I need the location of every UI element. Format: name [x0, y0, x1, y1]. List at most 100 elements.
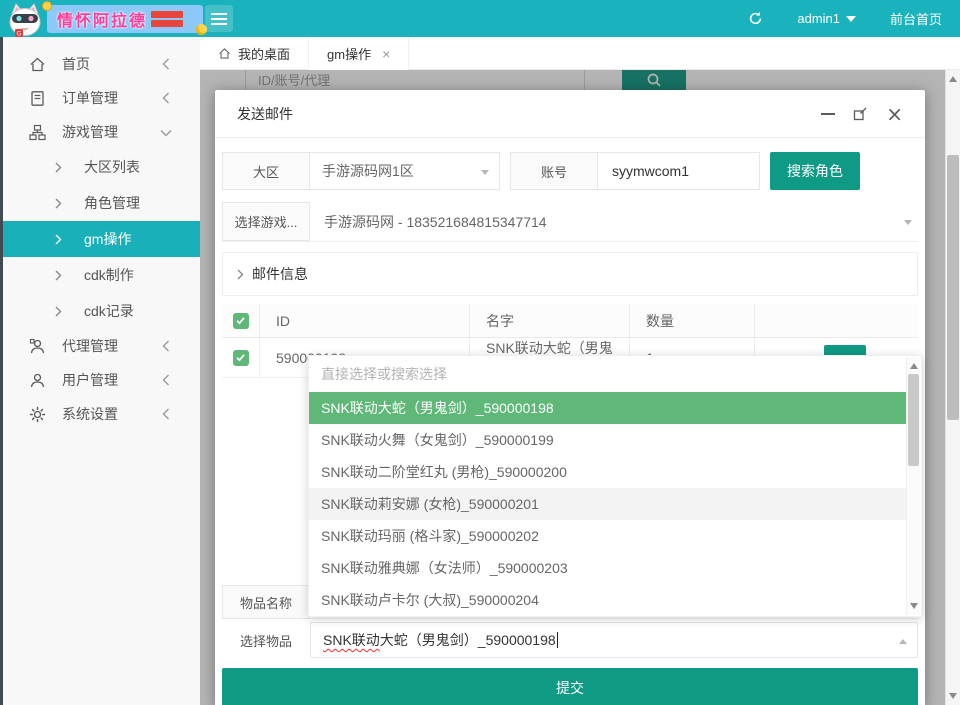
- scrollbar-thumb[interactable]: [908, 374, 919, 466]
- chevron-left-icon: [162, 408, 170, 420]
- select-item-input[interactable]: SNK联动大蛇（男鬼剑）_590000198: [310, 622, 918, 658]
- column-header-id: ID: [260, 304, 470, 337]
- logo-badge: [151, 11, 183, 18]
- dialog-header: 发送邮件 ×: [215, 90, 925, 138]
- main-area: 我的桌面 gm操作 ×: [200, 37, 960, 705]
- region-select-value: 手游源码网1区: [322, 161, 414, 181]
- hamburger-icon: [211, 18, 227, 20]
- scroll-down-arrow-icon[interactable]: [949, 693, 957, 699]
- app-window: G 情怀阿拉德 admin1: [0, 0, 960, 705]
- chevron-right-icon: [237, 269, 244, 280]
- chevron-right-icon: [55, 306, 62, 317]
- scroll-down-arrow-icon[interactable]: [910, 603, 918, 609]
- chevron-left-icon: [162, 340, 170, 352]
- search-role-button[interactable]: 搜索角色: [770, 152, 860, 190]
- tab-label: gm操作: [327, 44, 371, 63]
- tab-gm-operation[interactable]: gm操作 ×: [309, 37, 409, 70]
- sidebar-item-role-management[interactable]: 角色管理: [3, 185, 200, 221]
- check-icon: [235, 315, 246, 326]
- row-checkbox[interactable]: [233, 350, 249, 366]
- scroll-up-arrow-icon[interactable]: [949, 76, 957, 82]
- dropdown-option[interactable]: SNK联动二阶堂红丸 (男枪)_590000200: [309, 456, 906, 488]
- logo-title: 情怀阿拉德: [57, 7, 147, 31]
- dropdown-option[interactable]: SNK联动火舞（女鬼剑）_590000199: [309, 424, 906, 456]
- dropdown-search-input[interactable]: [321, 366, 897, 382]
- select-all-checkbox[interactable]: [233, 313, 249, 329]
- home-icon: [218, 47, 231, 60]
- sidebar-item-home[interactable]: 首页: [3, 47, 200, 81]
- account-input[interactable]: [598, 152, 760, 190]
- sidebar-item-cdk-records[interactable]: cdk记录: [3, 293, 200, 329]
- dropdown-option[interactable]: SNK联动玛丽 (格斗家)_590000202: [309, 520, 906, 552]
- scroll-up-arrow-icon[interactable]: [910, 363, 918, 369]
- username: admin1: [797, 11, 840, 26]
- refresh-button[interactable]: [748, 11, 763, 26]
- logo-badge-group: [151, 11, 183, 27]
- region-label: 大区: [222, 152, 310, 190]
- sidebar-item-label: 系统设置: [62, 404, 118, 424]
- chevron-left-icon: [162, 58, 170, 70]
- account-label: 账号: [510, 152, 598, 190]
- sidebar-item-system-settings[interactable]: 系统设置: [3, 397, 200, 431]
- dialog-controls: ×: [821, 104, 903, 124]
- mail-info-collapse-header[interactable]: 邮件信息: [222, 252, 918, 296]
- check-icon: [235, 352, 246, 363]
- sidebar-item-label: 用户管理: [62, 370, 118, 390]
- dropdown-option[interactable]: SNK联动雅典娜（女法师）_590000203: [309, 552, 906, 584]
- chevron-down-icon: [160, 129, 172, 137]
- item-name-label: 物品名称: [222, 585, 310, 619]
- dropdown-option[interactable]: SNK联动大蛇（男鬼剑）_590000198: [309, 392, 906, 424]
- user-dropdown[interactable]: admin1: [797, 11, 856, 26]
- scrollbar-thumb[interactable]: [947, 155, 959, 420]
- column-header-name: 名字: [470, 304, 630, 337]
- send-mail-dialog: 发送邮件 × 大区 手游源码网1区 账号 搜索角色: [215, 90, 925, 705]
- sidebar-item-agent-management[interactable]: 代理管理: [3, 329, 200, 363]
- order-icon: [29, 90, 46, 107]
- chevron-right-icon: [55, 162, 62, 173]
- topbar: G 情怀阿拉德 admin1: [0, 0, 960, 37]
- sitemap-icon: [29, 124, 46, 141]
- chevron-left-icon: [162, 92, 170, 104]
- minimize-icon[interactable]: [821, 113, 835, 115]
- dropdown-search-row: [309, 356, 921, 392]
- column-header-qty: 数量: [630, 304, 755, 337]
- sidebar-item-label: gm操作: [84, 229, 131, 249]
- submit-button[interactable]: 提交: [222, 668, 918, 705]
- sidebar-item-gm-operation[interactable]: gm操作: [3, 221, 200, 257]
- logo-badge: [151, 20, 183, 27]
- logo-banner: 情怀阿拉德: [47, 5, 203, 33]
- maximize-icon[interactable]: [853, 106, 868, 121]
- chevron-left-icon: [162, 374, 170, 386]
- sidebar-item-label: cdk制作: [84, 265, 134, 285]
- sidebar-item-game-management[interactable]: 游戏管理: [3, 115, 200, 149]
- chevron-right-icon: [55, 198, 62, 209]
- dropdown-option[interactable]: SNK联动莉安娜 (女枪)_590000201: [309, 488, 906, 520]
- sidebar-item-user-management[interactable]: 用户管理: [3, 363, 200, 397]
- select-game-row: 选择游戏... 手游源码网 - 183521684815347714: [222, 202, 918, 242]
- chevron-right-icon: [55, 270, 62, 281]
- svg-text:G: G: [16, 29, 21, 37]
- sidebar-toggle-button[interactable]: [205, 5, 233, 32]
- frontend-home-link[interactable]: 前台首页: [890, 9, 942, 28]
- table-header-row: ID 名字 数量: [222, 304, 918, 338]
- dropdown-scrollbar[interactable]: [906, 357, 920, 615]
- select-item-value-typo: SNK联动: [323, 630, 380, 650]
- chevron-up-icon: [899, 639, 907, 644]
- select-item-row: 选择物品 SNK联动大蛇（男鬼剑）_590000198: [222, 622, 918, 658]
- sidebar-item-region-list[interactable]: 大区列表: [3, 149, 200, 185]
- item-select-dropdown: SNK联动大蛇（男鬼剑）_590000198 SNK联动火舞（女鬼剑）_5900…: [308, 355, 922, 617]
- select-game-select[interactable]: 手游源码网 - 183521684815347714: [310, 202, 918, 241]
- dropdown-option[interactable]: SNK联动卢卡尔 (大叔)_590000204: [309, 584, 906, 616]
- page-scrollbar[interactable]: [945, 70, 960, 705]
- chevron-down-icon: [904, 220, 912, 225]
- chevron-down-icon: [481, 170, 489, 175]
- tab-desktop[interactable]: 我的桌面: [200, 37, 309, 70]
- close-icon[interactable]: ×: [886, 104, 903, 124]
- region-select[interactable]: 手游源码网1区: [310, 152, 500, 190]
- sidebar-item-label: 大区列表: [84, 157, 140, 177]
- close-tab-icon[interactable]: ×: [382, 46, 390, 62]
- refresh-icon: [748, 11, 763, 26]
- sidebar-item-cdk-create[interactable]: cdk制作: [3, 257, 200, 293]
- select-game-label: 选择游戏...: [222, 202, 310, 241]
- sidebar-item-orders[interactable]: 订单管理: [3, 81, 200, 115]
